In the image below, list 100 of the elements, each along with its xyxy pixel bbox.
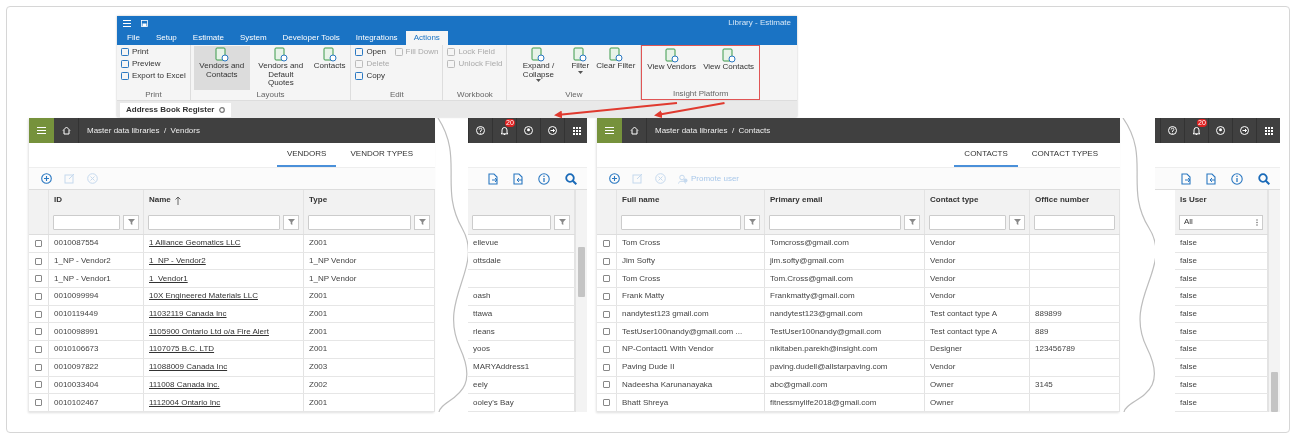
ribbon-tab[interactable]: Actions bbox=[405, 31, 448, 45]
row-checkbox[interactable] bbox=[35, 381, 42, 389]
row-checkbox[interactable] bbox=[35, 257, 42, 265]
filter-button[interactable] bbox=[744, 214, 760, 230]
breadcrumb[interactable]: Master data libraries / Vendors bbox=[87, 124, 200, 137]
filter-button[interactable] bbox=[414, 214, 430, 230]
bell-icon[interactable] bbox=[500, 126, 509, 135]
ribbon-button[interactable]: Contacts bbox=[311, 46, 348, 90]
info-icon[interactable] bbox=[538, 172, 550, 185]
vendor-link[interactable]: 1_Vendor1 bbox=[149, 272, 188, 285]
save-icon[interactable] bbox=[141, 19, 148, 27]
row-checkbox[interactable] bbox=[35, 363, 42, 371]
row-checkbox[interactable] bbox=[35, 275, 42, 283]
logout-icon[interactable] bbox=[1240, 126, 1249, 135]
column-header[interactable]: ID bbox=[54, 194, 62, 206]
row-checkbox[interactable] bbox=[35, 345, 42, 353]
document-icon[interactable] bbox=[488, 172, 498, 185]
help-icon[interactable] bbox=[476, 126, 485, 135]
vendor-link[interactable]: 11032119 Canada Inc bbox=[149, 308, 227, 321]
row-checkbox[interactable] bbox=[603, 345, 610, 353]
ribbon-button[interactable]: Expand / Collapse bbox=[510, 46, 567, 90]
ribbon-tab[interactable]: System bbox=[231, 31, 275, 45]
vendor-link[interactable]: 11088009 Canada Inc bbox=[149, 361, 228, 374]
ribbon-button[interactable]: Export to Excel bbox=[120, 70, 187, 82]
user-icon[interactable] bbox=[1216, 126, 1225, 135]
ribbon-tab[interactable]: Developer Tools bbox=[274, 31, 348, 45]
ribbon-button[interactable]: Open bbox=[354, 47, 391, 58]
filter-button[interactable] bbox=[904, 214, 920, 230]
ribbon-button[interactable]: Clear Filter bbox=[594, 46, 638, 90]
row-checkbox[interactable] bbox=[603, 328, 610, 336]
filter-field[interactable] bbox=[929, 214, 1006, 230]
vendor-link[interactable]: 10X Engineered Materials LLC bbox=[149, 290, 258, 303]
vendor-link[interactable]: 1105900 Ontario Ltd o/a Fire Alert bbox=[149, 325, 269, 338]
vendor-link[interactable]: 1112004 Ontario Inc bbox=[149, 396, 221, 409]
ribbon-tab[interactable]: File bbox=[119, 31, 148, 45]
add-icon[interactable] bbox=[609, 173, 620, 184]
scrollbar[interactable] bbox=[575, 190, 587, 412]
row-checkbox[interactable] bbox=[35, 399, 42, 407]
ribbon-button[interactable]: Vendors and Default Quotes bbox=[252, 46, 309, 90]
document-icon[interactable] bbox=[1206, 172, 1216, 185]
breadcrumb[interactable]: Master data libraries / Contacts bbox=[655, 124, 771, 137]
column-header[interactable]: Office number bbox=[1035, 194, 1090, 206]
filter-button[interactable] bbox=[123, 214, 139, 230]
menu-button[interactable] bbox=[29, 118, 54, 143]
row-checkbox[interactable] bbox=[603, 275, 610, 283]
ribbon-button[interactable]: View Vendors bbox=[645, 47, 699, 89]
ribbon-button[interactable]: View Contacts bbox=[701, 47, 757, 89]
filter-field[interactable] bbox=[472, 214, 551, 230]
ribbon-button[interactable]: Copy bbox=[354, 70, 391, 82]
menu-button[interactable] bbox=[597, 118, 622, 143]
row-checkbox[interactable] bbox=[603, 381, 610, 389]
tab[interactable]: CONTACT TYPES bbox=[1021, 143, 1108, 167]
ribbon-button[interactable]: Filter bbox=[569, 46, 592, 90]
bell-icon[interactable] bbox=[1192, 126, 1201, 135]
filter-button[interactable] bbox=[554, 214, 570, 230]
ribbon-button[interactable]: Print bbox=[120, 47, 187, 58]
tab[interactable]: VENDOR TYPES bbox=[340, 143, 423, 167]
help-icon[interactable] bbox=[1168, 126, 1177, 135]
row-checkbox[interactable] bbox=[603, 363, 610, 371]
filter-field[interactable] bbox=[148, 214, 280, 230]
column-header[interactable]: Contact type bbox=[930, 194, 979, 206]
column-header[interactable]: Is User bbox=[1180, 194, 1207, 206]
search-icon[interactable] bbox=[1258, 172, 1270, 185]
column-header[interactable]: Full name bbox=[622, 194, 660, 206]
filter-field[interactable] bbox=[53, 214, 120, 230]
filter-field[interactable] bbox=[1034, 214, 1115, 230]
vendor-link[interactable]: 111008 Canada inc. bbox=[149, 378, 220, 391]
menu-icon[interactable] bbox=[123, 19, 131, 27]
column-header[interactable]: Type bbox=[309, 194, 328, 206]
row-checkbox[interactable] bbox=[35, 239, 42, 247]
row-checkbox[interactable] bbox=[603, 399, 610, 407]
ribbon-tab[interactable]: Setup bbox=[147, 31, 185, 45]
ribbon-button[interactable]: Preview bbox=[120, 58, 187, 70]
scrollbar[interactable] bbox=[1268, 190, 1280, 412]
document-tab[interactable]: Address Book Register bbox=[120, 103, 232, 117]
document-icon[interactable] bbox=[513, 172, 523, 185]
filter-field[interactable] bbox=[621, 214, 741, 230]
ribbon-tab[interactable]: Estimate bbox=[184, 31, 232, 45]
row-checkbox[interactable] bbox=[603, 310, 610, 318]
home-icon[interactable] bbox=[61, 126, 71, 135]
row-checkbox[interactable] bbox=[603, 292, 610, 300]
row-checkbox[interactable] bbox=[35, 328, 42, 336]
filter-dropdown[interactable]: All bbox=[1179, 214, 1263, 230]
row-checkbox[interactable] bbox=[35, 310, 42, 318]
row-checkbox[interactable] bbox=[35, 292, 42, 300]
search-icon[interactable] bbox=[565, 172, 577, 185]
filter-field[interactable] bbox=[308, 214, 411, 230]
column-header[interactable]: Primary email bbox=[770, 194, 823, 206]
vendor-link[interactable]: 1107075 B.C. LTD bbox=[149, 343, 215, 356]
logout-icon[interactable] bbox=[548, 126, 557, 135]
user-icon[interactable] bbox=[524, 126, 533, 135]
filter-field[interactable] bbox=[769, 214, 901, 230]
vendor-link[interactable]: 1_NP - Vendor2 bbox=[149, 255, 206, 268]
home-icon[interactable] bbox=[629, 126, 639, 135]
vendor-link[interactable]: 1 Alliance Geomatics LLC bbox=[149, 237, 241, 250]
ribbon-button[interactable]: Vendors and Contacts bbox=[193, 46, 250, 90]
document-icon[interactable] bbox=[1181, 172, 1191, 185]
add-icon[interactable] bbox=[41, 173, 52, 184]
info-icon[interactable] bbox=[1231, 172, 1243, 185]
column-header[interactable]: Name bbox=[149, 194, 171, 206]
